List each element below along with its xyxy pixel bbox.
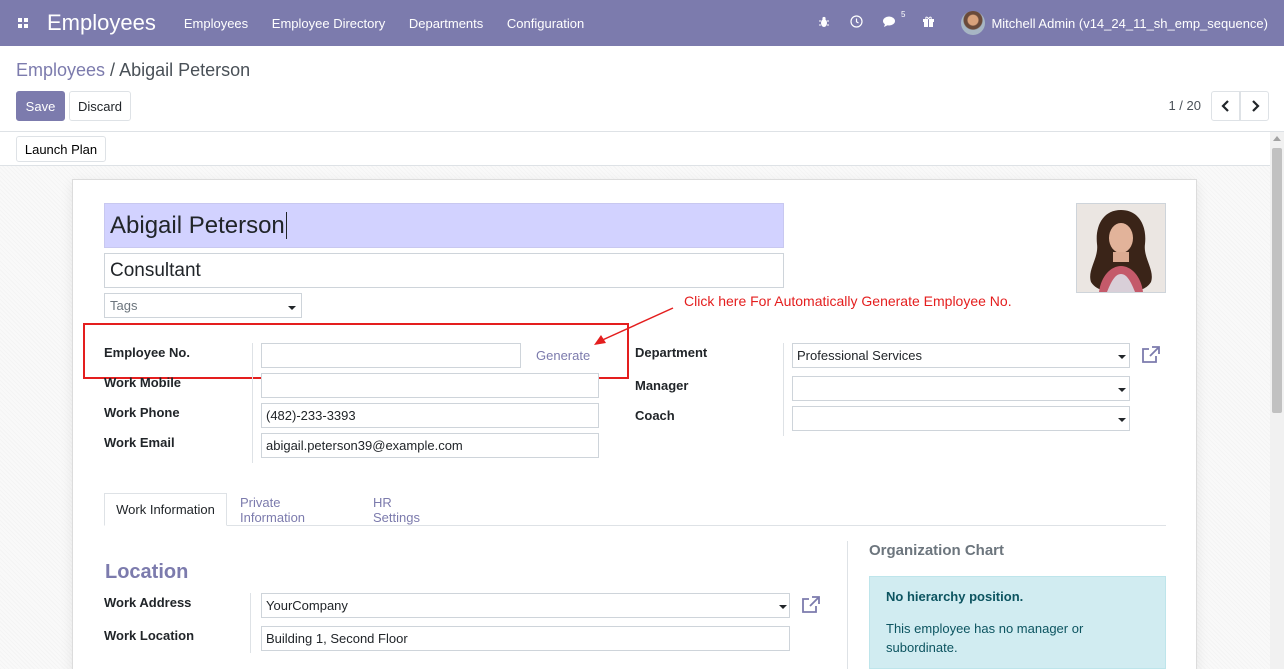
department-dropdown-caret-icon: [1118, 355, 1126, 359]
tags-placeholder: Tags: [110, 298, 138, 313]
tab-work-information[interactable]: Work Information: [104, 493, 227, 526]
work-mobile-label: Work Mobile: [104, 375, 182, 390]
main-menu: Employees Employee Directory Departments…: [184, 16, 604, 31]
breadcrumb-current: Abigail Peterson: [119, 60, 251, 80]
coach-select[interactable]: [792, 406, 1130, 431]
top-navbar: Employees Employees Employee Directory D…: [0, 0, 1284, 46]
department-value: Professional Services: [797, 348, 922, 363]
pager-next-button[interactable]: [1240, 91, 1269, 121]
work-email-value: abigail.peterson39@example.com: [266, 438, 463, 453]
save-button[interactable]: Save: [16, 91, 65, 121]
pager-previous-button[interactable]: [1211, 91, 1240, 121]
manager-label: Manager: [635, 378, 689, 393]
messages-count-badge: 5: [901, 9, 906, 19]
apps-menu-icon[interactable]: [0, 0, 46, 46]
menu-item-employees[interactable]: Employees: [184, 16, 248, 31]
manager-dropdown-caret-icon: [1118, 388, 1126, 392]
right-group-divider: [783, 343, 784, 436]
work-phone-label: Work Phone: [104, 405, 180, 420]
user-avatar[interactable]: [961, 11, 986, 35]
department-external-link-icon[interactable]: [1141, 346, 1161, 364]
department-label: Department: [635, 345, 708, 360]
tab-hr-settings[interactable]: HR Settings: [373, 493, 442, 526]
scroll-up-arrow-icon[interactable]: [1273, 136, 1281, 141]
work-phone-value: (482)-233-3393: [266, 408, 356, 423]
org-chart-divider: [847, 541, 848, 669]
org-chart-alert: No hierarchy position. This employee has…: [869, 576, 1166, 669]
breadcrumb: Employees / Abigail Peterson: [16, 60, 250, 81]
job-title-value: Consultant: [110, 259, 201, 281]
employee-photo[interactable]: [1076, 203, 1166, 293]
location-section-title: Location: [105, 561, 189, 583]
work-location-label: Work Location: [104, 628, 195, 643]
scrollbar-thumb[interactable]: [1272, 148, 1282, 413]
tags-dropdown-caret-icon: [288, 306, 296, 310]
menu-item-configuration[interactable]: Configuration: [507, 16, 584, 31]
work-email-label: Work Email: [104, 435, 175, 450]
employee-name-value: Abigail Peterson: [110, 211, 285, 239]
work-email-input[interactable]: abigail.peterson39@example.com: [261, 433, 599, 458]
org-chart-alert-title: No hierarchy position.: [886, 589, 1024, 604]
vertical-scrollbar[interactable]: [1270, 132, 1284, 669]
manager-select[interactable]: [792, 376, 1130, 401]
control-panel: Employees / Abigail Peterson Save Discar…: [0, 46, 1284, 132]
work-address-value: YourCompany: [266, 598, 348, 613]
gift-icon[interactable]: [922, 15, 935, 31]
job-title-input[interactable]: Consultant: [104, 253, 784, 288]
work-phone-input[interactable]: (482)-233-3393: [261, 403, 599, 428]
activity-clock-icon[interactable]: [850, 15, 864, 31]
org-chart-title: Organization Chart: [869, 542, 1005, 559]
breadcrumb-separator: /: [105, 60, 120, 80]
work-location-input[interactable]: Building 1, Second Floor: [261, 626, 790, 651]
menu-item-employee-directory[interactable]: Employee Directory: [272, 16, 385, 31]
annotation-arrow-icon: [594, 307, 674, 345]
coach-dropdown-caret-icon: [1118, 418, 1126, 422]
pager-value[interactable]: 1 / 20: [1168, 98, 1201, 113]
user-menu-name[interactable]: Mitchell Admin (v14_24_11_sh_emp_sequenc…: [991, 16, 1268, 31]
employee-portrait-icon: [1077, 204, 1165, 292]
text-cursor: [285, 212, 287, 239]
location-group-divider: [250, 593, 251, 653]
employee-no-label: Employee No.: [104, 345, 190, 360]
launch-plan-button[interactable]: Launch Plan: [16, 136, 106, 162]
generate-employee-no-button[interactable]: Generate: [536, 348, 590, 363]
systray: 5 Mitchell Admin (v14_24_11_sh_emp_seque…: [798, 0, 1268, 46]
app-title[interactable]: Employees: [47, 10, 156, 36]
left-group-divider: [252, 343, 253, 463]
work-mobile-input[interactable]: [261, 373, 599, 398]
chevron-right-icon: [1251, 100, 1260, 112]
menu-item-departments[interactable]: Departments: [409, 16, 483, 31]
status-bar: Launch Plan: [0, 132, 1270, 166]
debug-bug-icon[interactable]: [818, 16, 830, 31]
employee-no-input[interactable]: [261, 343, 521, 368]
tags-input[interactable]: Tags: [104, 293, 302, 318]
tab-private-information[interactable]: Private Information: [240, 493, 348, 526]
work-location-value: Building 1, Second Floor: [266, 631, 408, 646]
work-address-label: Work Address: [104, 595, 192, 610]
work-address-dropdown-caret-icon: [779, 605, 787, 609]
employee-name-input[interactable]: Abigail Peterson: [104, 203, 784, 248]
messages-chat-icon[interactable]: 5: [883, 10, 905, 31]
org-chart-alert-text: This employee has no manager or subordin…: [886, 621, 1084, 655]
discard-button[interactable]: Discard: [69, 91, 131, 121]
breadcrumb-parent-link[interactable]: Employees: [16, 60, 105, 80]
work-address-external-link-icon[interactable]: [801, 596, 821, 614]
chevron-left-icon: [1220, 100, 1229, 112]
department-select[interactable]: Professional Services: [792, 343, 1130, 368]
annotation-text: Click here For Automatically Generate Em…: [684, 293, 1012, 309]
work-address-select[interactable]: YourCompany: [261, 593, 790, 618]
coach-label: Coach: [635, 408, 675, 423]
